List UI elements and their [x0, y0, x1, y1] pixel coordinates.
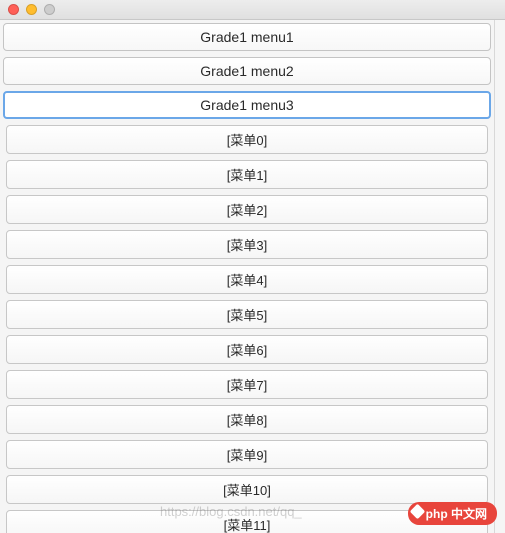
- main-area: Grade1 menu1 Grade1 menu2 Grade1 menu3 [菜单…: [0, 20, 505, 533]
- content-pane: Grade1 menu1 Grade1 menu2 Grade1 menu3 [菜单…: [0, 20, 494, 533]
- submenu-item-0[interactable]: [菜单0]: [6, 125, 488, 154]
- submenu-list: [菜单0] [菜单1] [菜单2] [菜单3] [菜单4] [菜单5] [菜单6] [菜单7]…: [3, 125, 491, 533]
- minimize-icon[interactable]: [26, 4, 37, 15]
- submenu-item-8[interactable]: [菜单8]: [6, 405, 488, 434]
- top-menu-item-2[interactable]: Grade1 menu2: [3, 57, 491, 85]
- top-menu-item-1[interactable]: Grade1 menu1: [3, 23, 491, 51]
- submenu-item-10[interactable]: [菜单10]: [6, 475, 488, 504]
- submenu-item-9[interactable]: [菜单9]: [6, 440, 488, 469]
- submenu-item-1[interactable]: [菜单1]: [6, 160, 488, 189]
- submenu-item-3[interactable]: [菜单3]: [6, 230, 488, 259]
- top-menu-list: Grade1 menu1 Grade1 menu2 Grade1 menu3: [3, 23, 491, 119]
- submenu-item-11[interactable]: [菜单11]: [6, 510, 488, 533]
- maximize-icon[interactable]: [44, 4, 55, 15]
- close-icon[interactable]: [8, 4, 19, 15]
- submenu-item-4[interactable]: [菜单4]: [6, 265, 488, 294]
- top-menu-item-3[interactable]: Grade1 menu3: [3, 91, 491, 119]
- submenu-item-5[interactable]: [菜单5]: [6, 300, 488, 329]
- right-strip: [494, 20, 505, 533]
- submenu-item-6[interactable]: [菜单6]: [6, 335, 488, 364]
- submenu-item-7[interactable]: [菜单7]: [6, 370, 488, 399]
- submenu-item-2[interactable]: [菜单2]: [6, 195, 488, 224]
- window-titlebar: [0, 0, 505, 20]
